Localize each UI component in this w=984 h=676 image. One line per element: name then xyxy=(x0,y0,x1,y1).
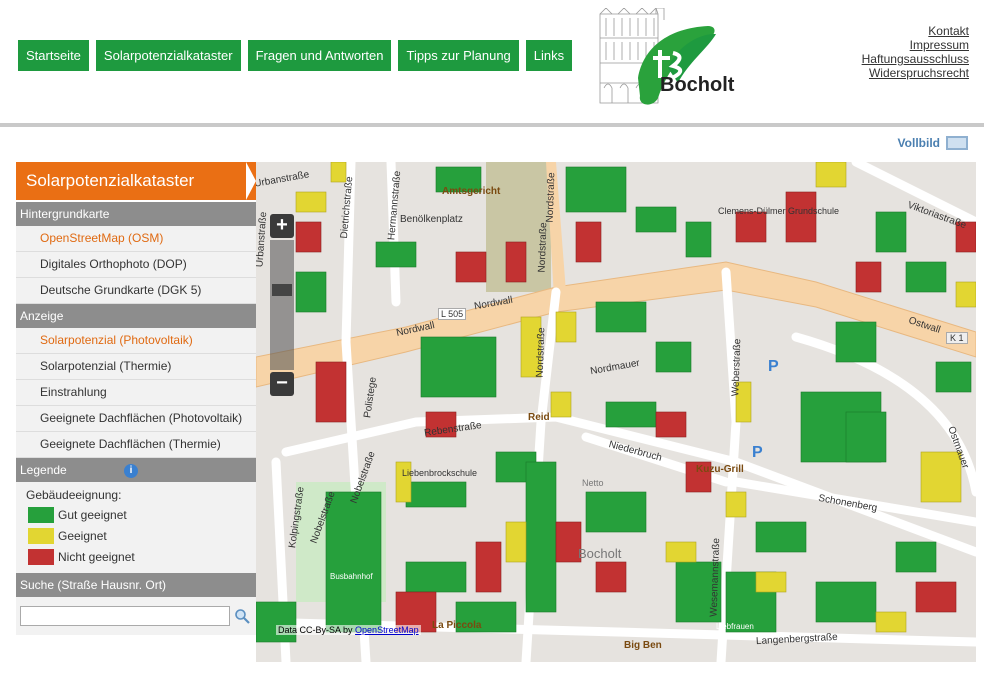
section-hintergrundkarte: Hintergrundkarte xyxy=(16,202,256,226)
layer-solarpotenzial-thermie[interactable]: Solarpotenzial (Thermie) xyxy=(16,354,256,380)
legend-swatch-yellow xyxy=(28,527,54,544)
parking-icon: P xyxy=(752,444,763,461)
sidebar-arrow-icon xyxy=(246,162,256,200)
map-label: Kuzu-Grill xyxy=(696,464,744,475)
map-label: Clemens-Dülmer Grundschule xyxy=(718,206,840,216)
zoom-control: + − xyxy=(270,214,294,396)
attribution-prefix: Data CC-By-SA by xyxy=(278,625,353,635)
map-label: Weberstraße xyxy=(730,338,744,397)
nav-tipps-zur-planung[interactable]: Tipps zur Planung xyxy=(398,40,519,71)
legend-label: Geeignet xyxy=(58,528,107,543)
legende-header: Legende xyxy=(20,463,67,477)
map-label: Amtsgericht xyxy=(442,186,501,197)
nav-fragen-und-antworten[interactable]: Fragen und Antworten xyxy=(247,40,392,71)
zoom-slider[interactable] xyxy=(270,240,294,370)
kontakt-link[interactable]: Kontakt xyxy=(862,24,969,38)
map-label: L 505 xyxy=(438,308,467,320)
layer-einstrahlung[interactable]: Einstrahlung xyxy=(16,380,256,406)
zoom-slider-handle[interactable] xyxy=(272,284,292,296)
osm-link[interactable]: OpenStreetMap xyxy=(355,625,419,635)
legend-subtitle: Gebäudeeignung: xyxy=(26,488,122,502)
address-search-input[interactable] xyxy=(20,606,230,626)
screen-icon xyxy=(946,136,968,150)
legend-label: Nicht geeignet xyxy=(58,549,135,564)
nav-solarpotenzialkataster[interactable]: Solarpotenzialkataster xyxy=(95,40,241,71)
map-label: Nordstraße xyxy=(536,222,550,273)
search-icon[interactable] xyxy=(234,608,250,624)
main-navigation: Startseite Solarpotenzialkataster Fragen… xyxy=(18,40,573,71)
map-label: Big Ben xyxy=(624,640,662,651)
map-label: Netto xyxy=(582,478,604,488)
map-label: Busbahnhof xyxy=(330,572,373,581)
city-hall-logo-icon xyxy=(599,7,716,105)
map-label: Bocholt xyxy=(578,546,622,561)
sidebar: Solarpotenzialkataster Hintergrundkarte … xyxy=(16,162,256,662)
section-legende: Legende i xyxy=(16,458,256,482)
zoom-out-button[interactable]: − xyxy=(270,372,294,396)
legend-item-gut: Gut geeignet xyxy=(28,504,256,525)
impressum-link[interactable]: Impressum xyxy=(862,38,969,52)
map-label: Liebfrauen xyxy=(716,622,754,631)
basemap-dop[interactable]: Digitales Orthophoto (DOP) xyxy=(16,252,256,278)
layer-solarpotenzial-pv[interactable]: Solarpotenzial (Photovoltaik) xyxy=(16,328,256,354)
section-suche: Suche (Straße Hausnr. Ort) xyxy=(16,573,256,597)
map-canvas[interactable]: Amtsgericht Benölkenplatz Nordwall Nordw… xyxy=(256,162,976,662)
legend: Gebäudeeignung: Gut geeignet Geeignet Ni… xyxy=(16,482,256,573)
parking-icon: P xyxy=(768,358,779,375)
layer-dachflaechen-pv[interactable]: Geeignete Dachflächen (Photovoltaik) xyxy=(16,406,256,432)
zoom-in-button[interactable]: + xyxy=(270,214,294,238)
fullscreen-button[interactable]: Vollbild xyxy=(898,136,968,150)
nav-links[interactable]: Links xyxy=(525,40,573,71)
section-anzeige: Anzeige xyxy=(16,304,256,328)
widerspruchsrecht-link[interactable]: Widerspruchsrecht xyxy=(862,66,969,80)
basemap-osm[interactable]: OpenStreetMap (OSM) xyxy=(16,226,256,252)
sidebar-title-text: Solarpotenzialkataster xyxy=(26,171,195,190)
legend-item-nicht: Nicht geeignet xyxy=(28,546,256,567)
map-label: Reid xyxy=(528,412,550,423)
map-label: Nordstraße xyxy=(544,172,558,223)
fullscreen-label: Vollbild xyxy=(897,136,940,150)
map-label: La Piccola xyxy=(432,620,482,631)
nav-startseite[interactable]: Startseite xyxy=(18,40,89,71)
basemap-dgk5[interactable]: Deutsche Grundkarte (DGK 5) xyxy=(16,278,256,304)
bocholt-logo[interactable]: Bocholt xyxy=(598,7,760,118)
sidebar-title: Solarpotenzialkataster xyxy=(16,162,256,202)
legend-item-geeignet: Geeignet xyxy=(28,525,256,546)
legend-swatch-red xyxy=(28,548,54,565)
search-row xyxy=(16,597,256,635)
info-icon[interactable]: i xyxy=(124,464,138,478)
header-divider xyxy=(0,123,984,127)
legend-swatch-green xyxy=(28,506,54,523)
haftungsausschluss-link[interactable]: Haftungsausschluss xyxy=(862,52,969,66)
logo-text: Bocholt xyxy=(660,74,735,96)
map-label: Benölkenplatz xyxy=(400,214,463,225)
map-label: Nordstraße xyxy=(534,327,548,378)
map-label: K 1 xyxy=(946,332,968,344)
legend-label: Gut geeignet xyxy=(58,507,127,522)
layer-dachflaechen-thermie[interactable]: Geeignete Dachflächen (Thermie) xyxy=(16,432,256,458)
map-attribution: Data CC-By-SA by OpenStreetMap xyxy=(276,625,421,635)
map-label: Liebenbrockschule xyxy=(402,468,478,478)
footer-links: Kontakt Impressum Haftungsausschluss Wid… xyxy=(862,24,969,80)
